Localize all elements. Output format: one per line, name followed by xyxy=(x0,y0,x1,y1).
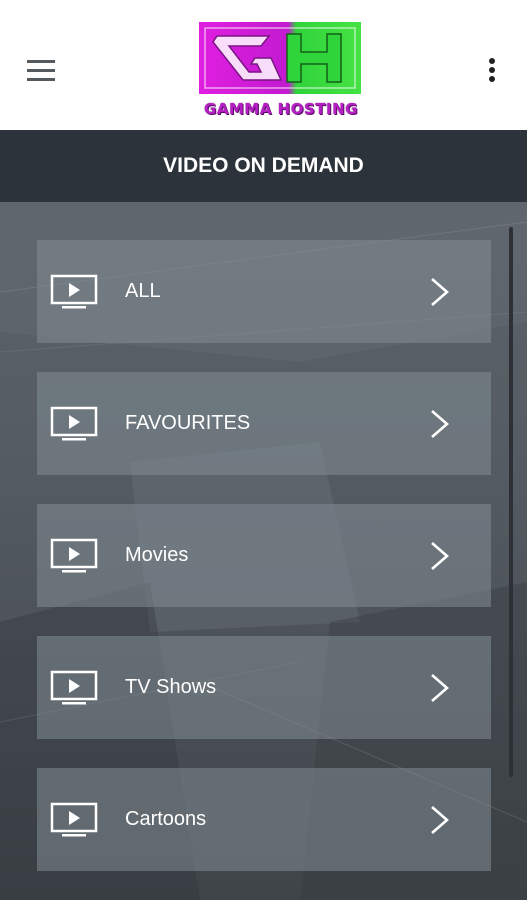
chevron-right-icon xyxy=(431,410,449,438)
menu-item-label: Cartoons xyxy=(125,808,207,830)
menu-item-label: ALL xyxy=(125,280,161,302)
chevron-right-icon xyxy=(431,674,449,702)
vod-menu-list: ALL FAVOURITES Movies TV Shows Cartoons xyxy=(0,202,527,900)
tv-play-icon xyxy=(50,538,98,573)
tv-play-icon xyxy=(50,670,98,705)
menu-item-favourites[interactable]: FAVOURITES xyxy=(37,372,491,475)
app-top-bar: GAMMA HOSTING xyxy=(0,0,527,130)
menu-item-label: TV Shows xyxy=(125,676,217,698)
page-title: VIDEO ON DEMAND xyxy=(0,130,527,202)
tv-play-icon xyxy=(50,406,98,441)
menu-item-all[interactable]: ALL xyxy=(37,240,491,343)
tv-play-icon xyxy=(50,274,98,309)
chevron-right-icon xyxy=(431,542,449,570)
brand-wordmark: GAMMA HOSTING xyxy=(204,100,358,118)
menu-item-movies[interactable]: Movies xyxy=(37,504,491,607)
gh-logo-mark xyxy=(199,22,361,94)
brand-logo: GAMMA HOSTING xyxy=(195,20,367,122)
chevron-right-icon xyxy=(431,806,449,834)
scrollbar[interactable] xyxy=(509,227,513,777)
hamburger-menu-icon[interactable] xyxy=(27,60,55,82)
menu-item-label: Movies xyxy=(125,544,189,566)
menu-item-tv-shows[interactable]: TV Shows xyxy=(37,636,491,739)
menu-item-label: FAVOURITES xyxy=(125,412,251,434)
more-vert-icon[interactable] xyxy=(484,58,500,86)
menu-item-cartoons[interactable]: Cartoons xyxy=(37,768,491,871)
chevron-right-icon xyxy=(431,278,449,306)
tv-play-icon xyxy=(50,802,98,837)
